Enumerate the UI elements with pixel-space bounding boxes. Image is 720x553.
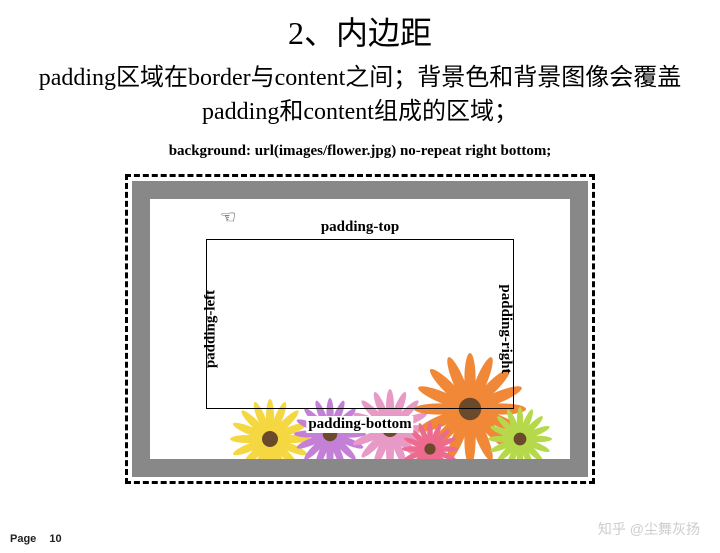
- padding-bottom-label: padding-bottom: [306, 416, 413, 433]
- css-code-line: background: url(images/flower.jpg) no-re…: [0, 143, 720, 160]
- padding-top-label: padding-top: [319, 219, 401, 236]
- content-region: [206, 239, 514, 409]
- slide-title: 2、内边距: [0, 0, 720, 54]
- padding-right-label: padding-right: [497, 283, 514, 376]
- margin-region: ☜ padding-top padding-bottom padding-lef…: [125, 174, 595, 484]
- page-label: Page: [10, 533, 36, 545]
- slide-description: padding区域在border与content之间；背景色和背景图像会覆盖pa…: [0, 54, 720, 133]
- box-model-diagram: ☜ padding-top padding-bottom padding-lef…: [125, 174, 595, 484]
- pointer-icon: ☜: [220, 207, 236, 228]
- border-region: ☜ padding-top padding-bottom padding-lef…: [132, 181, 588, 477]
- page-footer: Page 10: [10, 533, 62, 545]
- padding-region: ☜ padding-top padding-bottom padding-lef…: [150, 199, 570, 459]
- watermark: 知乎 @尘舞灰扬: [598, 519, 700, 539]
- page-number: 10: [49, 533, 61, 545]
- padding-left-label: padding-left: [203, 288, 220, 370]
